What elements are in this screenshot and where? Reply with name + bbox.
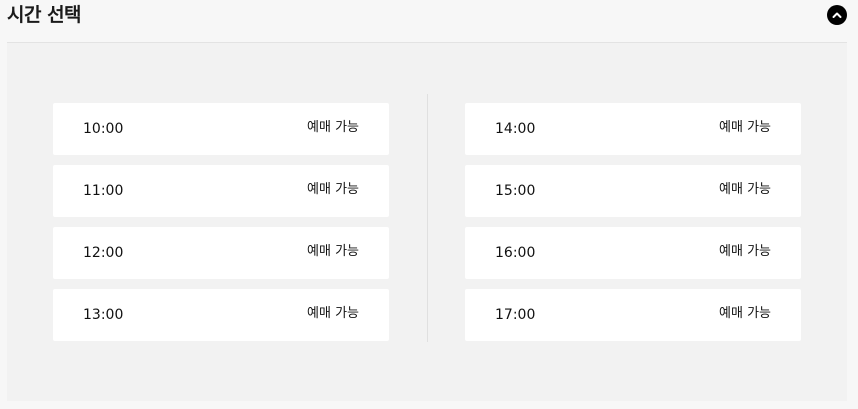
slot-time: 15:00 [495, 183, 536, 199]
time-slot[interactable]: 11:00 예매 가능 [53, 165, 389, 217]
time-slot-column-left: 10:00 예매 가능 11:00 예매 가능 12:00 예매 가능 13:0… [53, 103, 389, 351]
slot-status: 예매 가능 [719, 182, 771, 197]
time-slot-column-right: 14:00 예매 가능 15:00 예매 가능 16:00 예매 가능 17:0… [465, 103, 801, 351]
collapse-button[interactable] [827, 5, 847, 25]
chevron-up-icon [832, 12, 842, 18]
time-slot-panel: 10:00 예매 가능 11:00 예매 가능 12:00 예매 가능 13:0… [7, 43, 847, 401]
slot-status: 예매 가능 [307, 120, 359, 135]
time-slot[interactable]: 10:00 예매 가능 [53, 103, 389, 155]
time-slot[interactable]: 13:00 예매 가능 [53, 289, 389, 341]
slot-time: 13:00 [83, 307, 124, 323]
time-slot[interactable]: 15:00 예매 가능 [465, 165, 801, 217]
slot-time: 14:00 [495, 121, 536, 137]
section-title: 시간 선택 [7, 4, 82, 26]
time-slot[interactable]: 17:00 예매 가능 [465, 289, 801, 341]
slot-time: 12:00 [83, 245, 124, 261]
slot-status: 예매 가능 [307, 244, 359, 259]
slot-time: 11:00 [83, 183, 124, 199]
slot-status: 예매 가능 [307, 182, 359, 197]
slot-time: 10:00 [83, 121, 124, 137]
slot-status: 예매 가능 [307, 306, 359, 321]
slot-status: 예매 가능 [719, 120, 771, 135]
time-slot[interactable]: 16:00 예매 가능 [465, 227, 801, 279]
slot-status: 예매 가능 [719, 306, 771, 321]
section-header: 시간 선택 [0, 0, 858, 42]
time-slot[interactable]: 12:00 예매 가능 [53, 227, 389, 279]
slot-status: 예매 가능 [719, 244, 771, 259]
slot-time: 16:00 [495, 245, 536, 261]
column-divider [427, 94, 428, 342]
time-slot[interactable]: 14:00 예매 가능 [465, 103, 801, 155]
slot-time: 17:00 [495, 307, 536, 323]
